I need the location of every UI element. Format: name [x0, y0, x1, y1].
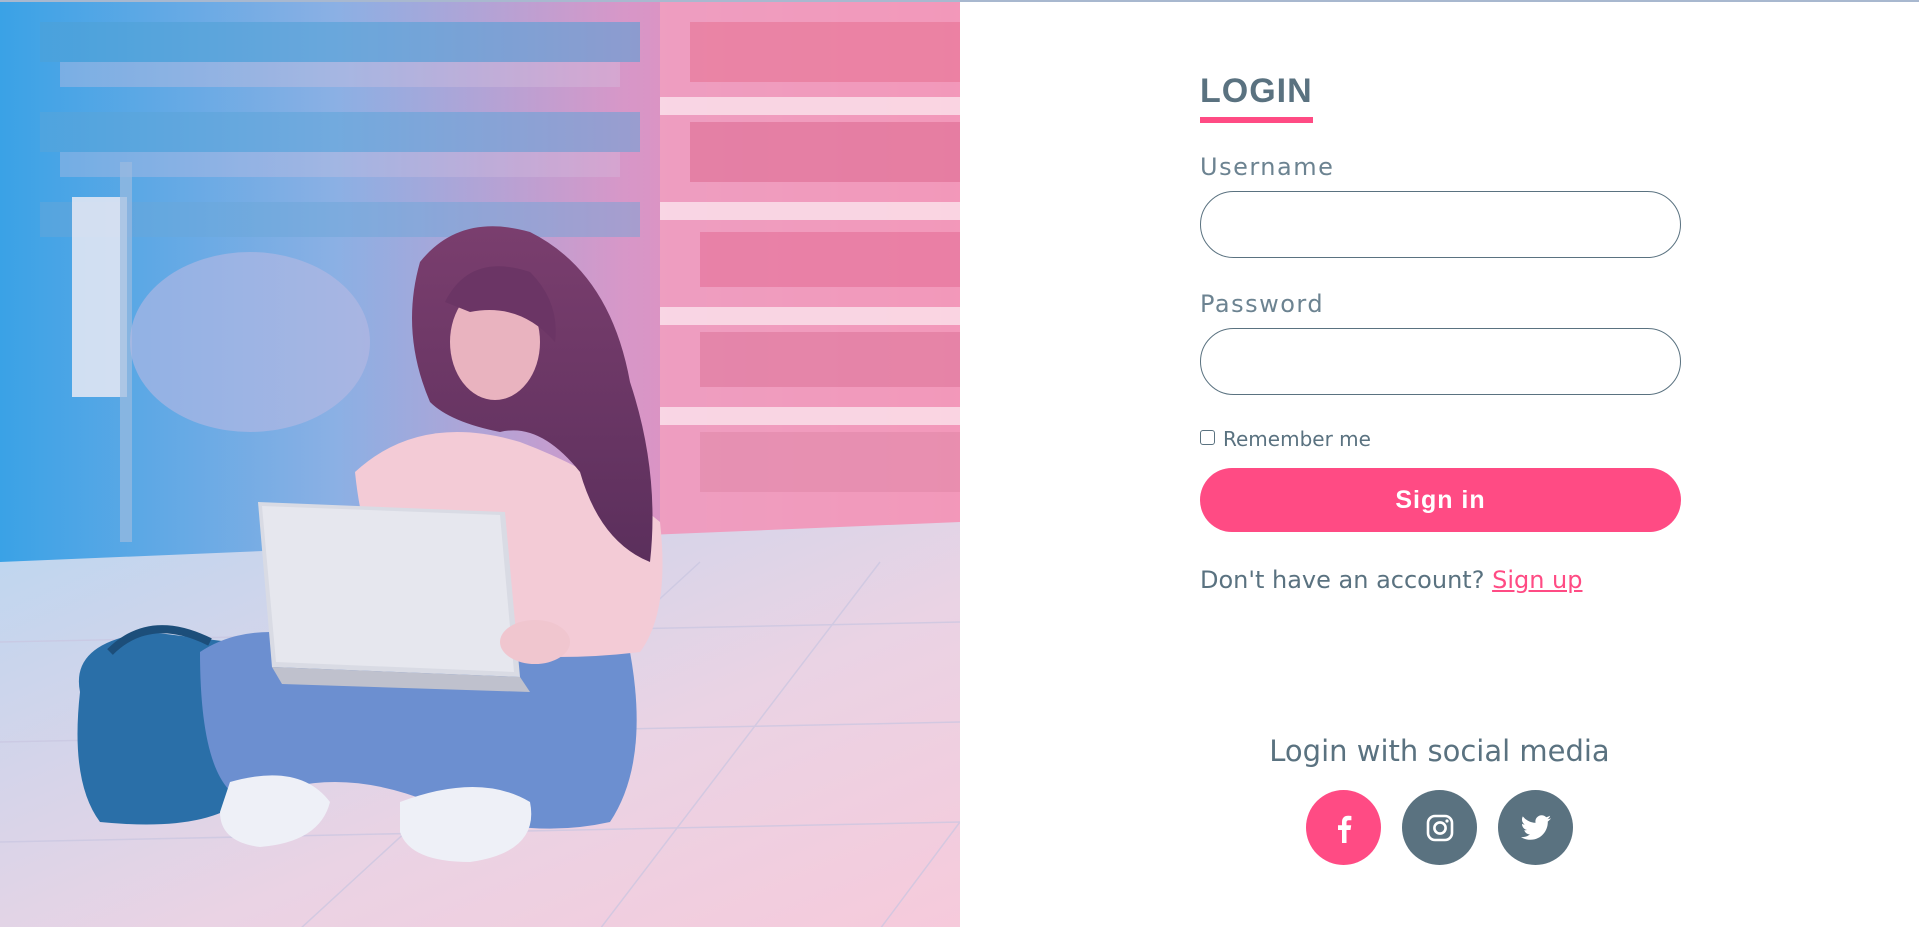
login-page: LOGIN Username Password Remember me Sign… — [0, 0, 1919, 927]
twitter-button[interactable] — [1498, 790, 1573, 865]
remember-me-checkbox[interactable] — [1200, 429, 1215, 445]
remember-me-row: Remember me — [1200, 427, 1681, 451]
facebook-icon — [1337, 815, 1351, 843]
social-login-section: Login with social media — [960, 734, 1919, 865]
login-panel: LOGIN Username Password Remember me Sign… — [960, 2, 1919, 927]
facebook-button[interactable] — [1306, 790, 1381, 865]
username-input[interactable] — [1200, 191, 1681, 258]
no-account-text: Don't have an account? — [1200, 566, 1485, 594]
sign-up-link[interactable]: Sign up — [1492, 566, 1582, 594]
remember-me-label: Remember me — [1223, 427, 1371, 451]
social-buttons — [960, 790, 1919, 865]
login-form: LOGIN Username Password Remember me Sign… — [1200, 72, 1681, 594]
username-label: Username — [1200, 153, 1335, 181]
password-input[interactable] — [1200, 328, 1681, 395]
login-title: LOGIN — [1200, 72, 1313, 123]
instagram-button[interactable] — [1402, 790, 1477, 865]
instagram-icon — [1426, 814, 1453, 841]
password-label: Password — [1200, 290, 1325, 318]
signup-prompt: Don't have an account? Sign up — [1200, 566, 1681, 594]
twitter-icon — [1520, 814, 1551, 840]
social-login-title: Login with social media — [1269, 734, 1610, 768]
sign-in-button[interactable]: Sign in — [1200, 468, 1681, 532]
hero-image — [0, 2, 960, 927]
